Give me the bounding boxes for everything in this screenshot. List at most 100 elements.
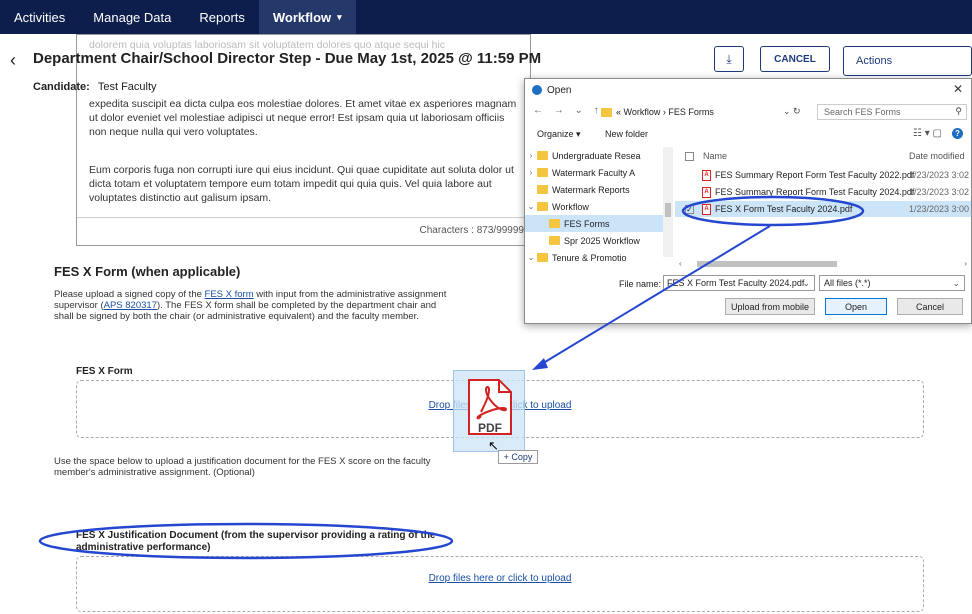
- actions-dropdown[interactable]: Actions: [843, 46, 972, 76]
- copy-tooltip: + Copy: [498, 450, 538, 464]
- chevron-down-icon: ⌄: [952, 277, 960, 288]
- help-icon[interactable]: ?: [952, 128, 963, 139]
- organize-button[interactable]: Organize ▾: [537, 129, 581, 140]
- chevron-down-icon: ⌄: [527, 253, 535, 262]
- file-list: Name Date modified A FES Summary Report …: [675, 147, 971, 259]
- view-options: ☷ ▾ ▢ ?: [913, 128, 963, 139]
- dropzone-text-2: Drop files here or click to upload: [428, 573, 572, 584]
- nav-arrows-icon[interactable]: ← → ⌄ ↑: [533, 105, 603, 116]
- tree-item-label: FES Forms: [564, 218, 610, 229]
- chevron-down-icon: ▾: [337, 11, 342, 22]
- nav-manage-data[interactable]: Manage Data: [79, 0, 185, 34]
- chevron-down-icon: ⌄: [527, 202, 535, 211]
- tree-item-fes-forms[interactable]: FES Forms: [525, 215, 665, 232]
- tree-item-label: Tenure & Promotio: [552, 252, 627, 263]
- cancel-button[interactable]: CANCEL: [760, 46, 830, 72]
- tree-item-label: Workflow: [552, 201, 589, 212]
- tree-item[interactable]: ⌄ Tenure & Promotio: [525, 249, 665, 266]
- refresh-icon[interactable]: ⌄ ↻: [783, 106, 801, 117]
- candidate-label: Candidate:: [33, 81, 90, 93]
- textbox-divider: [77, 217, 530, 218]
- search-input[interactable]: Search FES Forms ⚲: [817, 104, 967, 120]
- fesx-form-link[interactable]: FES X form: [205, 289, 254, 300]
- scroll-left-icon[interactable]: ‹: [679, 259, 682, 268]
- dialog-toolbar: Organize ▾ New folder ☷ ▾ ▢ ?: [525, 125, 971, 145]
- tree-item[interactable]: › Undergraduate Resea: [525, 147, 665, 164]
- search-placeholder: Search FES Forms: [824, 107, 901, 117]
- chevron-right-icon: ›: [529, 168, 533, 177]
- dialog-cancel-button[interactable]: Cancel: [897, 298, 963, 315]
- filename-label: File name:: [619, 279, 662, 289]
- pdf-file-icon: A: [702, 169, 711, 181]
- browser-icon: [532, 85, 542, 95]
- justification-dropzone[interactable]: Drop files here or click to upload: [76, 556, 924, 612]
- tree-item[interactable]: Spr 2025 Workflow: [525, 232, 665, 249]
- pdf-file-icon: A: [702, 203, 711, 215]
- nav-activities[interactable]: Activities: [0, 0, 79, 34]
- candidate-line: Candidate: Test Faculty: [33, 81, 157, 93]
- file-list-header: Name Date modified: [675, 151, 971, 165]
- search-icon: ⚲: [955, 106, 962, 116]
- folder-icon: [537, 202, 548, 211]
- dialog-title: Open: [547, 84, 572, 96]
- file-date: 1/23/2023 3:00: [909, 204, 970, 214]
- column-date[interactable]: Date modified: [909, 151, 965, 161]
- close-icon[interactable]: ✕: [953, 82, 963, 96]
- dialog-footer: File name: FES X Form Test Faculty 2024.…: [525, 273, 971, 325]
- filetype-select[interactable]: All files (*.*) ⌄: [819, 275, 965, 291]
- file-row[interactable]: A FES Summary Report Form Test Faculty 2…: [675, 167, 971, 183]
- folder-icon: [537, 168, 548, 177]
- view-icon[interactable]: ☷ ▾ ▢: [913, 128, 942, 139]
- address-bar[interactable]: « Workflow › FES Forms: [601, 104, 811, 120]
- select-all-checkbox[interactable]: [685, 152, 694, 161]
- filename-input[interactable]: FES X Form Test Faculty 2024.pdf ⌄: [663, 275, 815, 291]
- new-folder-button[interactable]: New folder: [605, 129, 648, 139]
- horizontal-scrollbar[interactable]: ‹ ›: [675, 259, 971, 269]
- open-button[interactable]: Open: [825, 298, 887, 315]
- nav-workflow[interactable]: Workflow ▾: [258, 0, 356, 34]
- dialog-titlebar: Open ✕: [525, 79, 971, 101]
- chevron-down-icon[interactable]: ⌄: [802, 278, 810, 289]
- file-row[interactable]: A FES Summary Report Form Test Faculty 2…: [675, 184, 971, 200]
- file-row-selected[interactable]: ✓ A FES X Form Test Faculty 2024.pdf 1/2…: [675, 201, 971, 217]
- download-button[interactable]: ⤓: [714, 46, 744, 72]
- pdf-file-icon: A: [702, 186, 711, 198]
- chevron-right-icon: ›: [529, 151, 533, 160]
- upload-from-mobile-button[interactable]: Upload from mobile: [725, 298, 815, 315]
- fesx-section-title: FES X Form (when applicable): [54, 264, 241, 279]
- folder-tree: › Undergraduate Resea › Watermark Faculty …: [525, 147, 665, 263]
- tree-item[interactable]: › Watermark Faculty A: [525, 164, 665, 181]
- desc-text-1: Please upload a signed copy of the: [54, 289, 205, 300]
- justification-help-text: Use the space below to upload a justific…: [54, 456, 431, 478]
- address-bar-row: ← → ⌄ ↑ « Workflow › FES Forms ⌄ ↻ Searc…: [525, 101, 971, 123]
- file-checkbox[interactable]: ✓: [685, 204, 694, 214]
- download-icon: ⤓: [726, 51, 732, 66]
- scroll-thumb[interactable]: [665, 203, 671, 217]
- file-name: FES Summary Report Form Test Faculty 202…: [715, 187, 915, 197]
- pdf-label: PDF: [478, 421, 502, 435]
- tree-item[interactable]: ⌄ Workflow: [525, 198, 665, 215]
- folder-icon: [537, 253, 548, 262]
- candidate-name: Test Faculty: [97, 81, 157, 93]
- aps-link[interactable]: APS 820317: [104, 300, 157, 311]
- open-file-dialog: Open ✕ ← → ⌄ ↑ « Workflow › FES Forms ⌄ …: [524, 78, 972, 324]
- nav-reports[interactable]: Reports: [185, 0, 259, 34]
- annotation-arrowhead: [532, 358, 548, 370]
- folder-icon: [601, 107, 612, 117]
- page-title: Department Chair/School Director Step - …: [33, 50, 542, 67]
- file-date: 1/23/2023 3:02: [909, 170, 970, 180]
- tree-scrollbar[interactable]: [663, 147, 673, 257]
- fesx-form-label: FES X Form: [76, 366, 133, 377]
- folder-icon: [549, 236, 560, 245]
- tree-item-label: Undergraduate Resea: [552, 150, 641, 161]
- back-chevron-icon[interactable]: ‹: [10, 50, 16, 71]
- address-path: « Workflow › FES Forms: [616, 107, 714, 117]
- tree-item-label: Spr 2025 Workflow: [564, 235, 640, 246]
- top-nav: Activities Manage Data Reports Workflow …: [0, 0, 972, 34]
- folder-icon: [537, 151, 548, 160]
- scroll-right-icon[interactable]: ›: [964, 259, 967, 268]
- tree-item[interactable]: Watermark Reports: [525, 181, 665, 198]
- column-name[interactable]: Name: [703, 151, 727, 161]
- folder-icon: [537, 185, 548, 194]
- scroll-thumb[interactable]: [697, 261, 837, 267]
